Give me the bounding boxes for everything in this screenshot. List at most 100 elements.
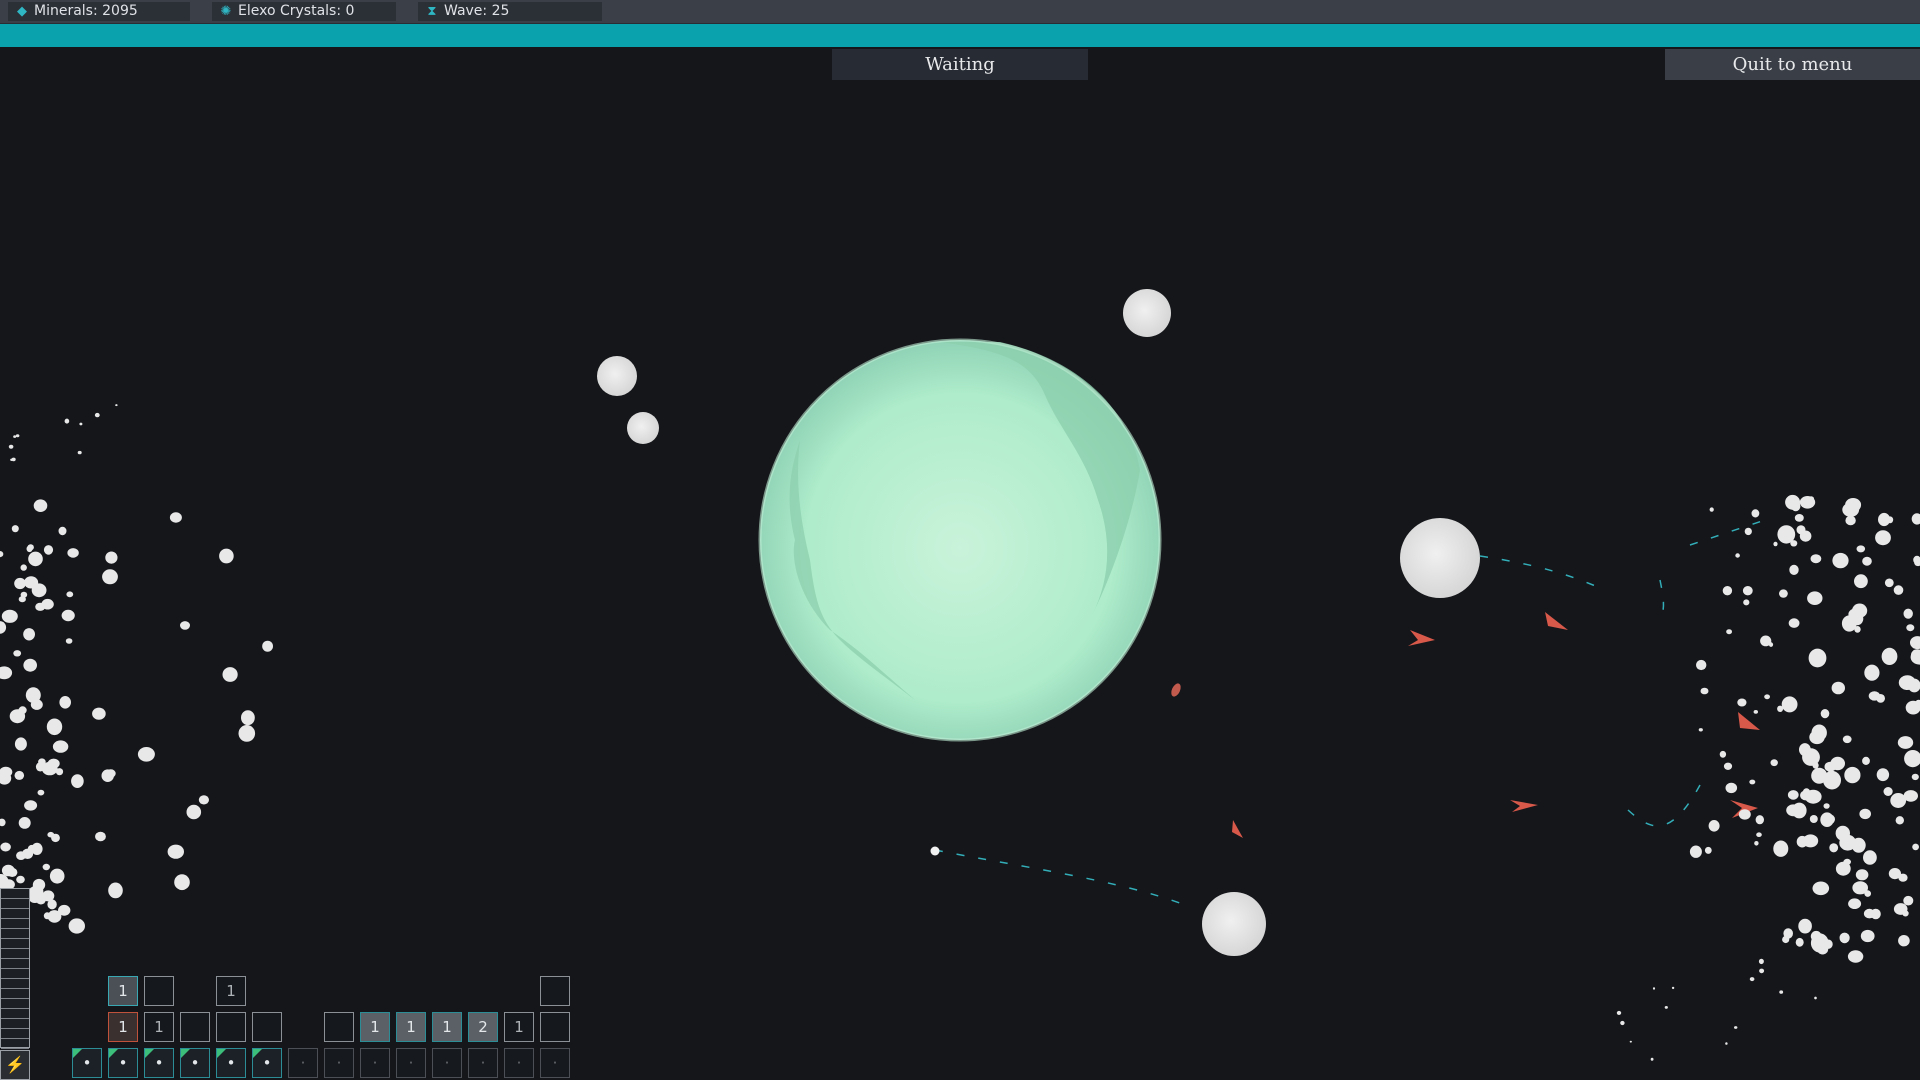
asteroid: [1814, 996, 1817, 1000]
game-field[interactable]: [0, 0, 1920, 1080]
asteroid: [1883, 787, 1893, 796]
asteroid: [1650, 1057, 1654, 1061]
toolbar-slot[interactable]: ·: [360, 1048, 390, 1078]
toolbar-slot[interactable]: •: [216, 1048, 246, 1078]
asteroid: [1829, 843, 1839, 853]
asteroid: [1862, 756, 1870, 766]
toolbar-slot[interactable]: ·: [324, 1048, 354, 1078]
toolbar-slot[interactable]: 1: [144, 1012, 174, 1042]
moon[interactable]: [1202, 892, 1266, 956]
asteroid: [14, 770, 25, 780]
toolbar-slot[interactable]: ·: [288, 1048, 318, 1078]
asteroid: [1912, 843, 1919, 851]
toolbar-slot[interactable]: [180, 1012, 210, 1042]
asteroid: [14, 737, 27, 751]
asteroid: [115, 404, 118, 407]
asteroid: [1897, 736, 1914, 749]
toolbar-slot[interactable]: 1: [504, 1012, 534, 1042]
asteroid: [1743, 599, 1750, 606]
asteroid: [52, 740, 69, 753]
toolbar-slot[interactable]: •: [252, 1048, 282, 1078]
toolbar-slot[interactable]: 2: [468, 1012, 498, 1042]
asteroid: [1749, 779, 1756, 785]
asteroid: [41, 598, 54, 610]
asteroid: [1875, 530, 1891, 546]
asteroid: [1911, 773, 1919, 781]
asteroid: [59, 696, 71, 709]
moon[interactable]: [597, 356, 637, 396]
toolbar-slot[interactable]: [252, 1012, 282, 1042]
asteroid: [1734, 1026, 1738, 1029]
asteroid: [1754, 841, 1759, 846]
asteroid: [1725, 782, 1738, 794]
toolbar-slot[interactable]: •: [144, 1048, 174, 1078]
asteroid: [1831, 681, 1846, 695]
toolbar-slot[interactable]: 1: [108, 1012, 138, 1042]
moon[interactable]: [1123, 289, 1171, 337]
asteroid: [1709, 507, 1714, 512]
moon[interactable]: [1400, 518, 1480, 598]
asteroid: [1, 864, 15, 877]
asteroid: [1860, 929, 1875, 943]
toolbar-slot[interactable]: [540, 1012, 570, 1042]
toolbar-slot[interactable]: •: [180, 1048, 210, 1078]
asteroid: [1810, 554, 1822, 564]
asteroid: [1698, 728, 1703, 732]
asteroid: [1689, 845, 1702, 858]
toolbar-slot[interactable]: •: [72, 1048, 102, 1078]
asteroid: [18, 706, 27, 715]
toolbar-slot[interactable]: [324, 1012, 354, 1042]
toolbar-slot[interactable]: 1: [396, 1012, 426, 1042]
asteroid: [137, 747, 155, 762]
asteroid: [0, 666, 13, 680]
toolbar-slot[interactable]: 1: [432, 1012, 462, 1042]
asteroid: [1824, 761, 1837, 772]
toolbar-slot[interactable]: [144, 976, 174, 1006]
moon[interactable]: [627, 412, 659, 444]
toolbar-slot[interactable]: 1: [360, 1012, 390, 1042]
asteroid: [1796, 525, 1806, 535]
asteroid: [102, 569, 118, 585]
toolbar-slot[interactable]: [540, 976, 570, 1006]
asteroid: [1755, 815, 1765, 825]
asteroid: [1664, 1006, 1668, 1009]
asteroid: [23, 658, 37, 672]
asteroid: [1904, 750, 1920, 768]
toolbar-slot[interactable]: ·: [468, 1048, 498, 1078]
asteroid: [1845, 498, 1862, 512]
asteroid: [1788, 618, 1800, 628]
asteroid: [1859, 808, 1871, 820]
asteroid: [41, 761, 58, 776]
asteroid: [1735, 553, 1740, 558]
toolbar-slot[interactable]: ·: [504, 1048, 534, 1078]
toolbar-slot[interactable]: 1: [108, 976, 138, 1006]
asteroid: [1742, 586, 1753, 596]
asteroid: [1749, 977, 1755, 982]
asteroid: [28, 551, 43, 567]
asteroid: [1671, 986, 1675, 990]
asteroid: [61, 609, 75, 622]
toolbar-slot[interactable]: ·: [432, 1048, 462, 1078]
asteroid: [0, 551, 4, 558]
asteroid: [1911, 513, 1920, 525]
asteroid: [1903, 895, 1914, 906]
side-inventory-strip[interactable]: [0, 888, 30, 1049]
asteroid: [13, 650, 22, 657]
lightning-icon[interactable]: ⚡: [0, 1050, 30, 1080]
toolbar-slot[interactable]: •: [108, 1048, 138, 1078]
asteroid: [1903, 608, 1913, 619]
asteroid: [1903, 790, 1919, 802]
asteroid: [1708, 820, 1720, 832]
asteroid: [15, 434, 20, 438]
asteroid: [94, 412, 100, 418]
toolbar-slot[interactable]: [216, 1012, 246, 1042]
toolbar-slot[interactable]: ·: [396, 1048, 426, 1078]
toolbar-slot[interactable]: ·: [540, 1048, 570, 1078]
home-planet[interactable]: [758, 338, 1162, 742]
asteroid: [1839, 834, 1857, 851]
asteroid: [11, 525, 19, 533]
asteroid: [222, 667, 238, 682]
asteroid: [1798, 918, 1812, 934]
asteroid: [105, 551, 118, 564]
toolbar-slot[interactable]: 1: [216, 976, 246, 1006]
